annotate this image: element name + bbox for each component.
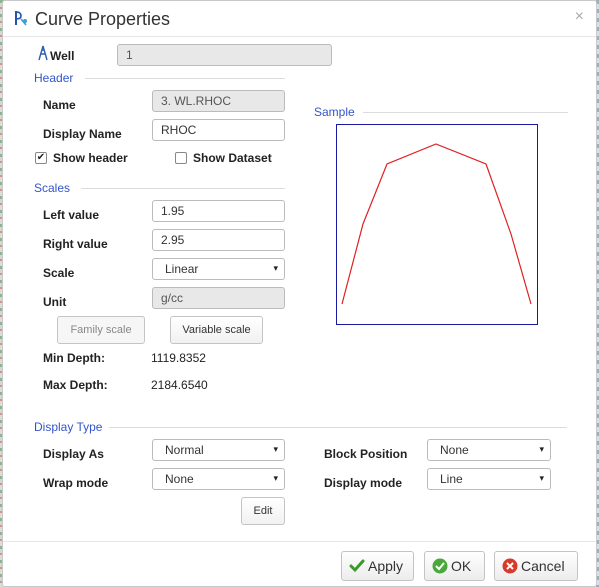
block-position-label: Block Position — [324, 447, 408, 461]
well-rig-icon — [38, 45, 48, 61]
display-name-input[interactable]: RHOC — [152, 119, 285, 141]
chevron-down-icon: ▾ — [273, 444, 278, 454]
cancel-label: Cancel — [521, 558, 565, 574]
display-as-select[interactable]: Normal ▾ — [152, 439, 285, 461]
check-icon — [349, 559, 365, 573]
apply-label: Apply — [368, 558, 404, 574]
block-position-select[interactable]: None ▾ — [427, 439, 551, 461]
unit-label: Unit — [43, 295, 67, 309]
show-header-checkbox[interactable]: ✔ — [35, 152, 47, 164]
wrap-mode-select[interactable]: None ▾ — [152, 468, 285, 490]
scales-section-title: Scales — [34, 181, 71, 195]
scales-divider — [81, 188, 285, 189]
curve-properties-dialog: Curve Properties × Well 1 Header Name 3.… — [2, 0, 597, 587]
header-divider — [85, 78, 285, 79]
cancel-button[interactable]: Cancel — [494, 551, 578, 581]
cancel-circle-icon — [502, 558, 518, 574]
wrap-mode-label: Wrap mode — [43, 476, 109, 490]
max-depth-label: Max Depth: — [43, 378, 108, 392]
dialog-footer: Apply OK Cancel — [3, 541, 596, 587]
chevron-down-icon: ▾ — [273, 473, 278, 483]
name-field: 3. WL.RHOC — [152, 90, 285, 112]
chevron-down-icon: ▾ — [539, 444, 544, 454]
left-value-input[interactable]: 1.95 — [152, 200, 285, 222]
display-as-label: Display As — [43, 447, 104, 461]
right-value-label: Right value — [43, 237, 108, 251]
well-field: 1 — [117, 44, 332, 66]
unit-field: g/cc — [152, 287, 285, 309]
chevron-down-icon: ▾ — [539, 473, 544, 483]
scale-label: Scale — [43, 266, 75, 280]
min-depth-value: 1119.8352 — [151, 351, 206, 365]
dialog-title: Curve Properties — [35, 9, 171, 29]
header-section-title: Header — [34, 71, 74, 85]
display-as-value: Normal — [165, 443, 204, 457]
well-label: Well — [50, 49, 75, 63]
close-icon[interactable]: × — [575, 8, 584, 26]
variable-scale-button[interactable]: Variable scale — [170, 316, 263, 344]
sample-preview — [336, 124, 538, 325]
display-mode-label: Display mode — [324, 476, 403, 490]
family-scale-button[interactable]: Family scale — [57, 316, 145, 344]
show-header-label: Show header — [53, 151, 128, 165]
display-mode-select[interactable]: Line ▾ — [427, 468, 551, 490]
ok-button[interactable]: OK — [424, 551, 485, 581]
sample-section-title: Sample — [314, 105, 355, 119]
sample-divider — [363, 112, 568, 113]
chevron-down-icon: ▾ — [273, 263, 278, 273]
left-value-label: Left value — [43, 208, 100, 222]
block-position-value: None — [440, 443, 469, 457]
display-mode-value: Line — [440, 472, 463, 486]
ok-label: OK — [451, 558, 472, 574]
max-depth-value: 2184.6540 — [151, 378, 208, 392]
scale-select[interactable]: Linear ▾ — [152, 258, 285, 280]
name-label: Name — [43, 98, 76, 112]
dialog-title-bar[interactable]: Curve Properties × — [3, 1, 596, 37]
min-depth-label: Min Depth: — [43, 351, 105, 365]
display-name-label: Display Name — [43, 127, 122, 141]
show-dataset-label: Show Dataset — [193, 151, 272, 165]
wrap-mode-value: None — [165, 472, 194, 486]
ok-circle-icon — [432, 558, 448, 574]
sample-curve — [341, 143, 532, 305]
show-dataset-checkbox[interactable] — [175, 152, 187, 164]
edit-button[interactable]: Edit — [241, 497, 285, 525]
right-value-input[interactable]: 2.95 — [152, 229, 285, 251]
scale-select-value: Linear — [165, 262, 199, 276]
apply-button[interactable]: Apply — [341, 551, 414, 581]
well-curve-icon — [15, 11, 27, 26]
display-type-section-title: Display Type — [34, 420, 103, 434]
display-type-divider — [109, 427, 567, 428]
